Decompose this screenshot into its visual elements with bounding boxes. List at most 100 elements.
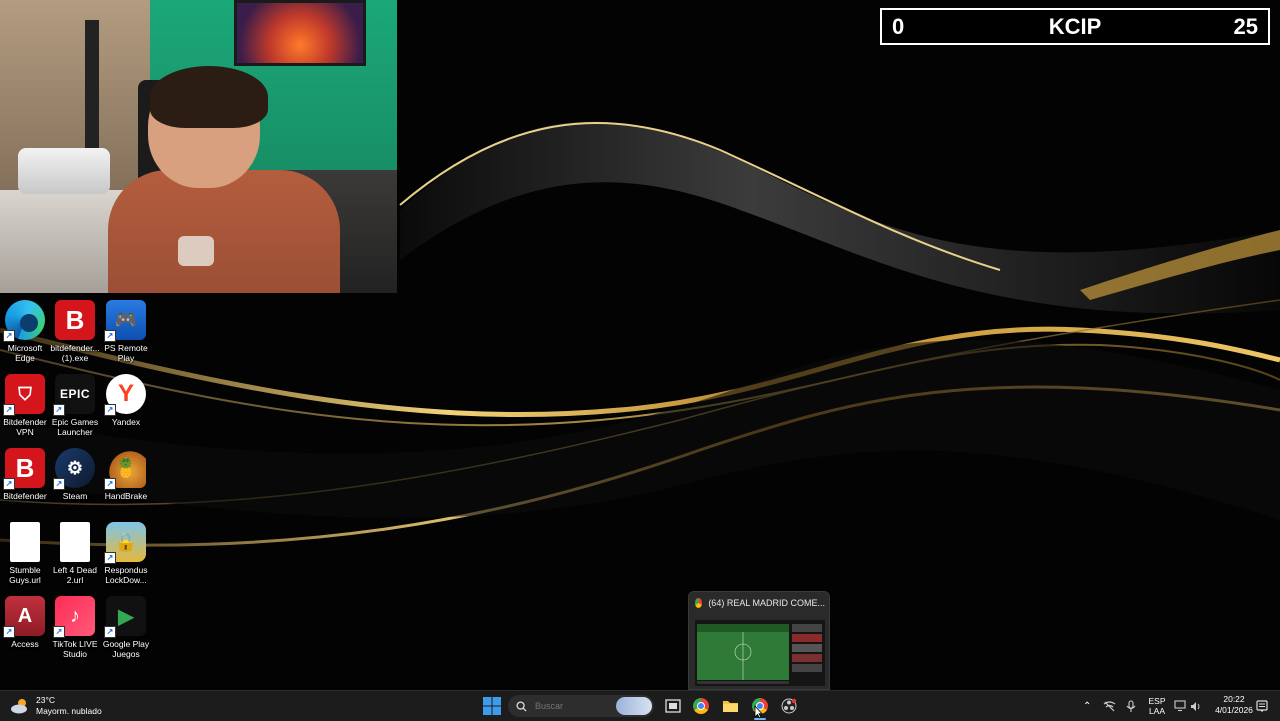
clock-time: 20:22 — [1223, 694, 1245, 704]
preview-thumbnail — [695, 620, 825, 686]
access-glyph: A — [17, 604, 33, 627]
desktop-icon-bitdefender[interactable]: B ↗ Bitdefender — [0, 448, 51, 501]
folder-icon — [722, 701, 738, 712]
desktop-icon-label: Stumble Guys.url — [9, 565, 41, 585]
chrome-icon — [693, 698, 709, 714]
search-icon — [516, 700, 527, 712]
desktop-icon-label: Access — [11, 639, 39, 649]
yandex-glyph: Y — [117, 380, 134, 407]
webcam-microphone — [18, 148, 110, 194]
desktop-icon-bitdefender-vpn[interactable]: ⛉ ↗ Bitdefender VPN — [0, 374, 51, 437]
taskbar-chrome-1[interactable] — [691, 696, 711, 716]
chrome-icon — [695, 598, 703, 608]
desktop-icon-label: PS Remote Play — [104, 343, 148, 363]
desktop-icon-label: Steam — [62, 491, 88, 501]
show-hidden-icons[interactable]: ⌃ — [1083, 691, 1091, 721]
scoreboard-team: KCIP — [1048, 13, 1102, 39]
desktop-icon-respondus[interactable]: 🔒 ↗ Respondus LockDow... — [100, 522, 152, 585]
windows-start-icon[interactable] — [482, 696, 502, 716]
webcam-person-hair — [150, 66, 268, 128]
task-view-button[interactable] — [663, 696, 683, 716]
tiktok-icon: ♪ ↗ — [53, 596, 95, 638]
preview-title: (64) REAL MADRID COME... — [708, 598, 825, 608]
chrome-window-preview[interactable]: (64) REAL MADRID COME... — [688, 591, 830, 690]
microphone-tray-button[interactable] — [1126, 691, 1136, 721]
notification-center-button[interactable] — [1256, 691, 1268, 721]
tray-app-icon[interactable] — [1103, 691, 1116, 721]
taskbar: 23°C Mayorm. nublado Buscar ⌃ ESP LAA 20… — [0, 690, 1280, 721]
file-icon — [10, 522, 40, 562]
bitdefender-icon: B ↗ — [3, 448, 45, 490]
language-indicator[interactable]: ESP LAA — [1144, 691, 1170, 721]
taskbar-file-explorer[interactable] — [720, 696, 740, 716]
desktop-icon-ps-remote-play[interactable]: 🎮 ↗ PS Remote Play — [100, 300, 152, 363]
desktop-icon-access[interactable]: A ↗ Access — [0, 596, 51, 649]
webcam-shirt-logo — [178, 236, 214, 266]
cloud-icon — [11, 699, 27, 714]
handbrake-icon: 🍍 ↗ — [104, 448, 146, 490]
ps-remote-play-icon: 🎮 ↗ — [104, 300, 146, 342]
access-icon: A ↗ — [3, 596, 45, 638]
display-network-icon — [1174, 700, 1186, 712]
desktop-icon-tiktok-live-studio[interactable]: ♪ ↗ TikTok LIVE Studio — [49, 596, 101, 659]
desktop-icon-google-play-juegos[interactable]: ▶ ↗ Google Play Juegos — [100, 596, 152, 659]
desktop-icon-label: HandBrake — [104, 491, 148, 501]
webcam-fire-painting — [234, 0, 366, 66]
webcam-mic-arm — [85, 20, 99, 160]
desktop-icon-left-4-dead-2[interactable]: Left 4 Dead 2.url — [49, 522, 101, 585]
file-icon — [60, 522, 90, 562]
taskbar-obs[interactable] — [779, 696, 799, 716]
webcam-person-shirt — [108, 170, 340, 293]
desktop-icon-label: bitdefender... (1).exe — [50, 343, 100, 363]
desktop-icon-steam[interactable]: ⚙ ↗ Steam — [49, 448, 101, 501]
desktop-icon-stumble-guys[interactable]: Stumble Guys.url — [0, 522, 51, 585]
task-view-icon — [665, 699, 681, 713]
desktop-icon-label: Google Play Juegos — [102, 639, 150, 659]
epic-games-icon: EPIC ↗ — [53, 374, 95, 416]
network-disabled-icon — [1103, 700, 1116, 711]
yandex-icon: Y ↗ — [104, 374, 146, 416]
desktop-icon-yandex[interactable]: Y ↗ Yandex — [100, 374, 152, 427]
clock-date: 4/01/2026 — [1215, 705, 1253, 715]
volume-tray-button[interactable] — [1190, 691, 1202, 721]
desktop-icon-label: Bitdefender VPN — [3, 417, 47, 437]
mouse-pointer-icon — [754, 705, 763, 719]
weather-description: Mayorm. nublado — [36, 706, 102, 716]
desktop-icon-label: Left 4 Dead 2.url — [53, 565, 97, 585]
taskbar-search[interactable] — [508, 695, 654, 717]
epic-games-glyph: EPIC — [59, 387, 90, 401]
score-right: 25 — [1233, 13, 1258, 39]
search-input[interactable] — [533, 700, 607, 712]
language-region: LAA — [1148, 706, 1166, 716]
desktop-icon-microsoft-edge[interactable]: ↗ Microsoft Edge — [0, 300, 51, 363]
chevron-up-icon: ⌃ — [1083, 700, 1092, 712]
respondus-icon: 🔒 ↗ — [104, 522, 146, 564]
desktop-icon-epic-games[interactable]: EPIC ↗ Epic Games Launcher — [49, 374, 101, 437]
webcam-overlay — [0, 0, 397, 293]
edge-icon: ↗ — [3, 300, 45, 342]
scoreboard: 0 KCIP 25 — [880, 8, 1270, 45]
desktop-icon-label: Epic Games Launcher — [51, 417, 99, 437]
microphone-icon — [1126, 699, 1136, 712]
google-play-games-icon: ▶ ↗ — [104, 596, 146, 638]
steam-icon: ⚙ ↗ — [53, 448, 95, 490]
taskbar-clock[interactable]: 20:22 4/01/2026 — [1208, 694, 1260, 716]
desktop-icon-label: Bitdefender — [3, 491, 47, 501]
network-tray-button[interactable] — [1174, 691, 1187, 721]
search-highlight-image — [616, 697, 652, 715]
preview-title-bar: (64) REAL MADRID COME... — [695, 598, 825, 608]
notification-icon — [1256, 699, 1268, 712]
weather-widget[interactable]: 23°C Mayorm. nublado — [10, 693, 102, 719]
desktop-icon-handbrake[interactable]: 🍍 ↗ HandBrake — [100, 448, 152, 501]
desktop-icon-label: Respondus LockDow... — [104, 565, 148, 585]
language-code: ESP — [1148, 696, 1166, 706]
desktop-icon-bitdefender-exe[interactable]: B bitdefender... (1).exe — [49, 300, 101, 363]
desktop-icon-label: Yandex — [111, 417, 141, 427]
desktop-icon-label: Microsoft Edge — [7, 343, 43, 363]
weather-temperature: 23°C — [36, 695, 55, 705]
speaker-icon — [1191, 701, 1200, 711]
bitdefender-icon: B — [55, 300, 95, 340]
desktop-icon-label: TikTok LIVE Studio — [52, 639, 98, 659]
bitdefender-vpn-icon: ⛉ ↗ — [3, 374, 45, 416]
bitdefender-glyph: B — [15, 452, 35, 483]
